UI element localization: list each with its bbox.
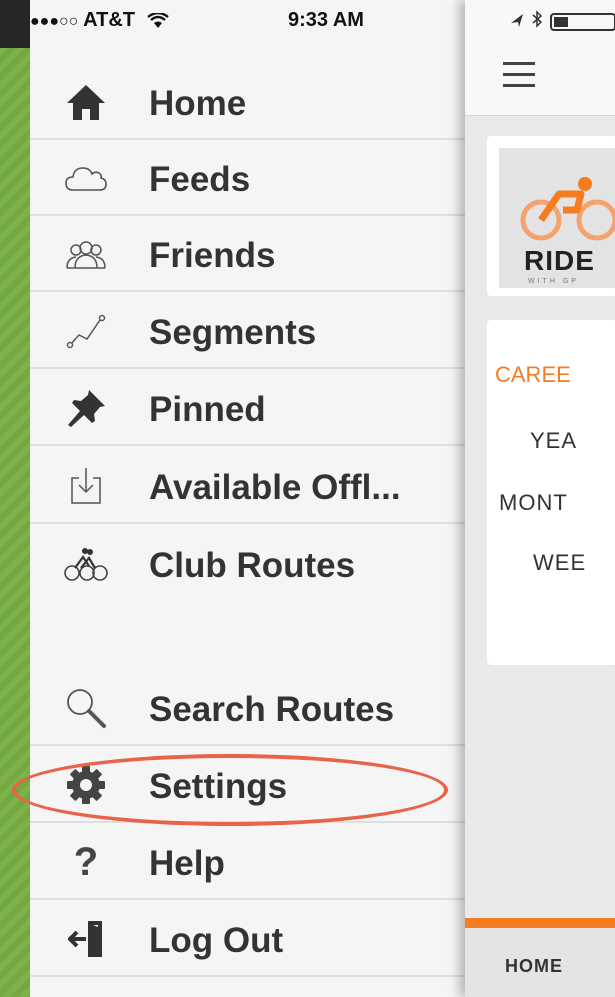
side-menu: ●●●○○ AT&T 9:33 AM Home Feeds Friends Se… <box>30 0 465 997</box>
menu-item-log-out[interactable]: Log Out <box>30 901 465 977</box>
menu-item-label: Segments <box>149 313 317 352</box>
pin-icon <box>60 386 112 430</box>
menu-item-label: Log Out <box>149 921 284 960</box>
carrier-name: AT&T <box>83 9 135 31</box>
menu-item-search-routes[interactable]: Search Routes <box>30 670 465 746</box>
tab-home[interactable]: HOME <box>465 928 615 997</box>
carrier: ●●●○○ AT&T <box>30 9 169 32</box>
menu-item-help[interactable]: ? Help <box>30 824 465 900</box>
signal-strength-icon: ●●●○○ <box>30 13 79 30</box>
status-bar: ●●●○○ AT&T 9:33 AM <box>30 0 465 40</box>
wifi-icon <box>146 12 169 28</box>
location-icon <box>511 14 523 27</box>
logo-card: RIDE WITH GP <box>487 136 615 296</box>
nav-bar <box>465 0 615 116</box>
search-icon <box>60 686 112 730</box>
tab-home-label: HOME <box>505 956 563 976</box>
menu-item-pinned[interactable]: Pinned <box>30 370 465 446</box>
menu-item-segments[interactable]: Segments <box>30 293 465 369</box>
status-time: 9:33 AM <box>288 9 364 31</box>
settings-highlight-circle <box>12 754 448 826</box>
friends-icon <box>60 232 112 276</box>
menu-item-label: Available Offl... <box>149 468 401 507</box>
stats-card: CAREE YEA MONT WEE <box>487 320 615 665</box>
question-icon: ? <box>73 839 99 884</box>
stat-week-label: WEE <box>533 550 587 575</box>
cloud-icon <box>60 156 112 200</box>
logo: RIDE WITH GP <box>499 148 615 288</box>
menu-item-label: Club Routes <box>149 546 356 585</box>
menu-item-club-routes[interactable]: Club Routes <box>30 526 465 602</box>
background-app-edge <box>0 48 30 997</box>
cyclists-icon <box>60 542 112 586</box>
menu-item-label: Friends <box>149 236 276 275</box>
download-icon <box>60 464 112 508</box>
menu-item-feeds[interactable]: Feeds <box>30 140 465 216</box>
menu-item-label: Feeds <box>149 160 251 199</box>
logout-icon <box>60 917 112 961</box>
stat-year-label: YEA <box>530 428 578 453</box>
segments-icon <box>60 309 112 353</box>
bluetooth-icon <box>532 10 543 28</box>
stat-month-label: MONT <box>499 490 568 515</box>
cyclist-logo-icon <box>520 177 615 241</box>
menu-item-label: Search Routes <box>149 690 395 729</box>
tab-indicator <box>465 918 615 928</box>
menu-toggle-button[interactable] <box>503 62 535 88</box>
menu-item-label: Help <box>149 844 225 883</box>
menu-item-home[interactable]: Home <box>30 64 465 140</box>
menu-item-label: Pinned <box>149 390 266 429</box>
menu-item-friends[interactable]: Friends <box>30 216 465 292</box>
logo-text: RIDE <box>524 245 595 276</box>
menu-item-available-offline[interactable]: Available Offl... <box>30 448 465 524</box>
menu-item-label: Home <box>149 84 247 123</box>
main-content: RIDE WITH GP CAREE YEA MONT WEE HOME <box>465 0 615 997</box>
home-icon <box>60 80 112 124</box>
stat-career-label: CAREE <box>495 362 571 387</box>
logo-subtext: WITH GP <box>528 278 579 285</box>
status-icons <box>511 10 615 31</box>
